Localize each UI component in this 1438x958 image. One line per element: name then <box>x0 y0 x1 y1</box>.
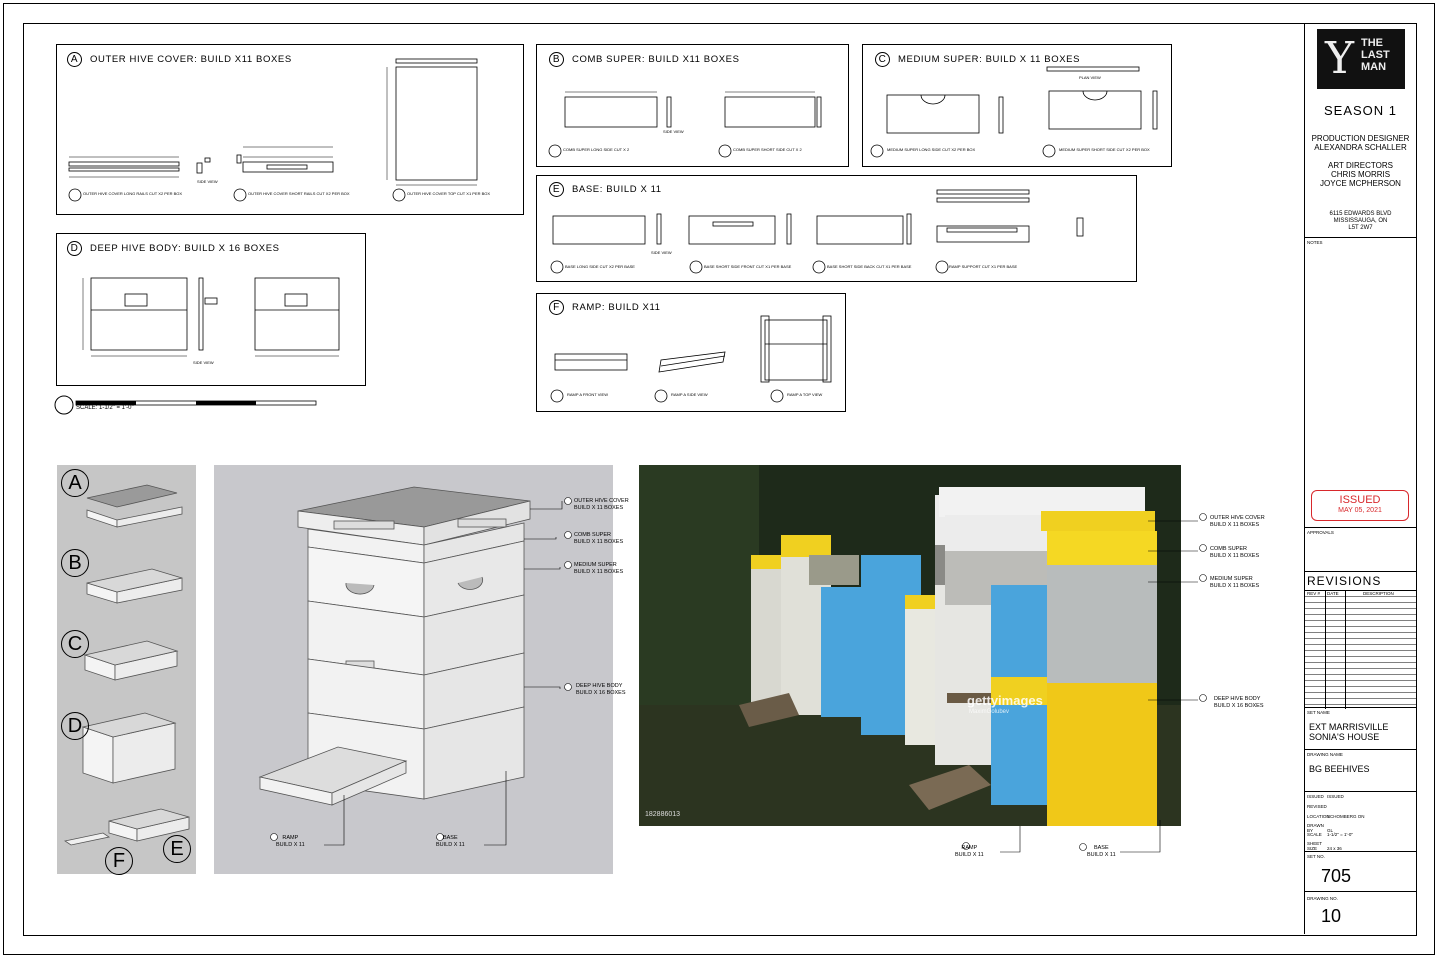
caption-medium-long: MEDIUM SUPER LONG SIDE CUT X2 PER BOX <box>887 147 976 152</box>
drawing-name: BG BEEHIVES <box>1309 764 1370 774</box>
caption-ramp-side: RAMP A SIDE VIEW <box>671 392 708 397</box>
drawing-name-section: DRAWING NAME BG BEEHIVES <box>1305 749 1416 792</box>
legend-letter-f: F <box>105 847 133 875</box>
side-view-label: SIDE VIEW <box>651 250 672 255</box>
legend-letter-e: E <box>163 835 191 863</box>
show-logo: Y THE LAST MAN <box>1317 29 1405 89</box>
photo-label-comb-super: COMB SUPER BUILD X 11 BOXES <box>1210 546 1260 559</box>
caption-base-long: BASE LONG SIDE CUT X2 PER BASE <box>565 264 635 269</box>
caption-base-front: BASE SHORT SIDE FRONT CUT X1 PER BASE <box>704 264 792 269</box>
season-label: SEASON 1 <box>1323 103 1398 118</box>
info-row-scale: SCALE 1-1/2" = 1'-0" <box>1307 832 1353 837</box>
model-label-ramp: RAMP BUILD X 11 <box>276 835 305 848</box>
model-label-medium-super: MEDIUM SUPER BUILD X 11 BOXES <box>574 562 624 575</box>
legend-letter-a: A <box>61 469 89 497</box>
info-row-location: LOCATIONSCHOMBERG ON <box>1307 814 1365 819</box>
photo-label-base: BASE BUILD X 11 <box>1087 845 1116 858</box>
address-line-1: 6115 EDWARDS BLVD <box>1329 211 1392 217</box>
component-legend: A B C D E F <box>57 465 196 875</box>
revisions-label: REVISIONS <box>1307 574 1382 588</box>
art-directors-label: ART DIRECTORS <box>1328 161 1393 170</box>
caption-medium-short: MEDIUM SUPER SHORT SIDE CUT X2 PER BOX <box>1059 147 1150 152</box>
drawing-name-label: DRAWING NAME <box>1307 752 1343 757</box>
drawing-no: 10 <box>1321 906 1342 926</box>
panel-medium-super: C MEDIUM SUPER: BUILD X 11 BOXES PLAN VIE… <box>862 44 1172 167</box>
art-director-2: JOYCE MCPHERSON <box>1320 179 1401 188</box>
rev-col-description: DESCRIPTION <box>1363 591 1394 596</box>
legend-letter-b: B <box>61 549 89 577</box>
notes-section: NOTES <box>1305 237 1416 528</box>
panel-comb-super: B COMB SUPER: BUILD X11 BOXES COMB SUPER … <box>536 44 849 167</box>
notes-label: NOTES <box>1307 240 1323 245</box>
model-label-comb-super: COMB SUPER BUILD X 11 BOXES <box>574 532 624 545</box>
caption-ramp-top: RAMP A TOP VIEW <box>787 392 823 397</box>
legend-drawings <box>63 484 190 846</box>
set-no-section: SET NO. 705 <box>1305 851 1416 892</box>
panel-outer-hive-cover: A OUTER HIVE COVER: BUILD X11 BOXES OUTER… <box>56 44 524 215</box>
photo-illustration <box>639 465 1181 826</box>
set-name-label: SET NAME <box>1307 710 1330 715</box>
caption-cover-top: OUTER HIVE COVER TOP CUT X1 PER BOX <box>407 191 491 196</box>
info-row-issued: ISSUED ISSUED <box>1307 794 1344 799</box>
hive-3d-model: OUTER HIVE COVER BUILD X 11 BOXES COMB SU… <box>214 465 629 874</box>
rev-col-date: DATE <box>1327 591 1339 596</box>
art-director-1: CHRIS MORRIS <box>1330 170 1391 179</box>
address-line-2: MISSISSAUGA, ON <box>1333 218 1388 224</box>
model-label-deep-body: DEEP HIVE BODY BUILD X 16 BOXES <box>576 683 626 696</box>
drawing-no-label: DRAWING NO. <box>1307 896 1338 901</box>
panel-base: E BASE: BUILD X 11 BASE LONG SIDE CUT X2 … <box>536 175 1137 282</box>
legend-letter-c: C <box>61 630 89 658</box>
side-view-label: SIDE VIEW <box>197 179 218 184</box>
photo-label-outer-cover: OUTER HIVE COVER BUILD X 11 BOXES <box>1210 515 1265 528</box>
photo-label-medium-super: MEDIUM SUPER BUILD X 11 BOXES <box>1210 576 1260 589</box>
revisions-table: REV # DATE DESCRIPTION <box>1305 590 1416 709</box>
caption-base-back: BASE SHORT SIDE BACK CUT X1 PER BASE <box>827 264 912 269</box>
caption-short-rails: OUTER HIVE COVER SHORT RAILS CUT X2 PER … <box>248 191 350 196</box>
address-line-3: L5T 2W7 <box>1348 225 1373 231</box>
revisions-section: REVISIONS REV # DATE DESCRIPTION <box>1305 571 1416 709</box>
model-label-base: BASE BUILD X 11 <box>436 835 465 848</box>
set-name-section: SET NAME EXT MARRISVILLE SONIA'S HOUSE <box>1305 707 1416 750</box>
caption-ramp-support: RAMP SUPPORT CUT X1 PER BASE <box>949 264 1018 269</box>
outer-cover-drawings <box>68 58 478 202</box>
production-designer: ALEXANDRA SCHALLER <box>1314 143 1407 152</box>
getty-watermark: gettyimages <box>967 693 1043 708</box>
info-table: ISSUED ISSUED REVISED LOCATIONSCHOMBERG O… <box>1305 791 1416 852</box>
info-row-sheet-size: SHEET SIZE 24 x 36 <box>1307 841 1342 851</box>
rev-col-divider-2 <box>1345 591 1346 709</box>
rev-col-rev: REV # <box>1307 591 1321 596</box>
beehive-reference-photo: gettyimages MaximGolubev 182886013 <box>639 465 1181 826</box>
panel-ramp: F RAMP: BUILD X11 RAMP A FRONT VIEW RAMP … <box>536 293 846 412</box>
caption-comb-long: COMB SUPER LONG SIDE CUT X 2 <box>563 147 630 152</box>
caption-ramp-front: RAMP A FRONT VIEW <box>567 392 608 397</box>
logo-y-mark: Y <box>1325 33 1355 84</box>
set-name-line-2: SONIA'S HOUSE <box>1309 732 1380 742</box>
set-name-line-1: EXT MARRISVILLE <box>1309 722 1389 732</box>
approvals-section: APPROVALS <box>1305 527 1416 572</box>
plan-view-label: PLAN VIEW <box>1079 75 1101 80</box>
side-view-label: SIDE VIEW <box>663 129 684 134</box>
set-no: 705 <box>1321 866 1352 886</box>
logo-text: THE LAST MAN <box>1361 37 1390 73</box>
legend-letter-d: D <box>61 712 89 740</box>
info-row-revised: REVISED <box>1307 804 1327 809</box>
panel-deep-hive-body: D DEEP HIVE BODY: BUILD X 16 BOXES SIDE V… <box>56 233 366 386</box>
approvals-label: APPROVALS <box>1307 530 1334 535</box>
hive-model-drawing <box>258 486 572 846</box>
caption-comb-short: COMB SUPER SHORT SIDE CUT X 2 <box>733 147 802 152</box>
set-no-label: SET NO. <box>1307 854 1325 859</box>
scale-text: SCALE: 1-1/2" = 1'-0" <box>76 405 134 411</box>
model-label-outer-cover: OUTER HIVE COVER BUILD X 11 BOXES <box>574 498 629 511</box>
photo-label-deep-body: DEEP HIVE BODY BUILD X 16 BOXES <box>1214 696 1264 709</box>
drawing-no-section: DRAWING NO. 10 <box>1305 891 1416 935</box>
issued-stamp: ISSUED MAY 05, 2021 <box>1311 490 1409 521</box>
production-designer-label: PRODUCTION DESIGNER <box>1311 134 1410 143</box>
caption-long-rails: OUTER HIVE COVER LONG RAILS CUT X2 PER B… <box>83 191 183 196</box>
photo-id: 182886013 <box>645 811 681 818</box>
photo-label-ramp: RAMP BUILD X 11 <box>955 845 984 858</box>
rev-col-divider-1 <box>1325 591 1326 709</box>
title-block: Y THE LAST MAN SEASON 1 PRODUCTION DESIGNE… <box>1304 23 1416 934</box>
photo-credit: MaximGolubev <box>969 709 1010 715</box>
side-view-label: SIDE VIEW <box>193 360 214 365</box>
